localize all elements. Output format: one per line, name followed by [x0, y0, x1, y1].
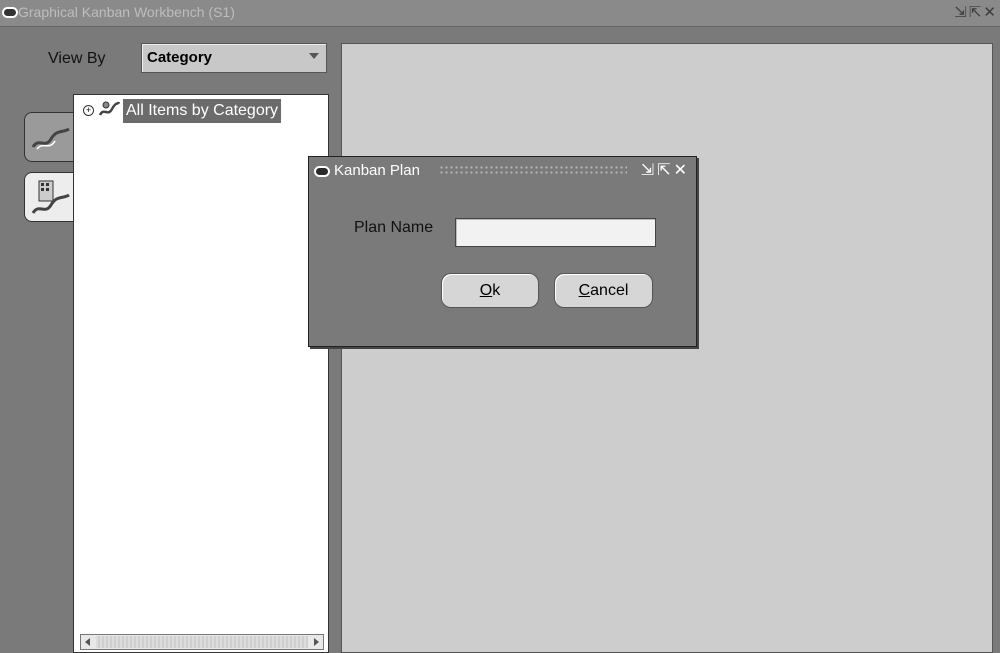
tab-items-plan[interactable] — [24, 172, 78, 222]
maximize-icon[interactable]: ⇱ — [657, 162, 673, 179]
dialog-title: Kanban Plan — [334, 162, 420, 179]
scroll-track[interactable] — [96, 636, 308, 648]
category-node-icon — [98, 101, 120, 116]
dialog-controls: ⇲⇱✕ — [641, 160, 690, 180]
cancel-button[interactable]: Cancel — [554, 273, 653, 308]
oracle-logo-icon — [314, 166, 330, 177]
ok-label-rest: k — [492, 282, 501, 299]
view-by-select[interactable]: Category — [141, 43, 327, 73]
window-title-bar: Graphical Kanban Workbench (S1) ⇲⇱✕ — [0, 0, 1000, 27]
window-controls: ⇲⇱✕ — [954, 3, 998, 21]
tree-horizontal-scrollbar[interactable] — [80, 634, 324, 650]
ok-mnemonic: O — [479, 282, 493, 299]
close-icon[interactable]: ✕ — [674, 162, 690, 179]
window-title: Graphical Kanban Workbench (S1) — [18, 4, 235, 20]
kanban-plan-dialog: Kanban Plan ⇲⇱✕ Plan Name Ok Cancel — [308, 156, 697, 347]
workbench-canvas[interactable] — [341, 43, 993, 653]
plan-name-input[interactable] — [455, 218, 656, 247]
chevron-down-icon[interactable] — [309, 53, 319, 59]
view-by-label: View By — [48, 50, 106, 67]
cancel-label-rest: ancel — [590, 282, 629, 299]
oracle-logo-icon — [2, 7, 18, 18]
items-plan-icon — [31, 180, 70, 214]
items-icon — [31, 127, 70, 150]
category-tree[interactable]: + All Items by Category — [73, 94, 329, 653]
close-icon[interactable]: ✕ — [983, 3, 998, 21]
view-by-value: Category — [147, 49, 213, 66]
cancel-mnemonic: C — [578, 282, 591, 299]
ok-button[interactable]: Ok — [441, 273, 539, 308]
tree-root-node[interactable]: All Items by Category — [123, 99, 282, 123]
minimize-icon[interactable]: ⇲ — [641, 162, 657, 179]
plan-name-label: Plan Name — [354, 219, 434, 236]
minimize-icon[interactable]: ⇲ — [954, 3, 969, 21]
maximize-icon[interactable]: ⇱ — [969, 3, 984, 21]
dialog-title-bar[interactable]: Kanban Plan ⇲⇱✕ — [309, 157, 696, 185]
scroll-right-icon[interactable] — [308, 636, 322, 648]
scroll-left-icon[interactable] — [82, 636, 96, 648]
title-bar-grip[interactable] — [439, 165, 627, 176]
expand-icon[interactable]: + — [83, 105, 94, 116]
tab-items[interactable] — [24, 112, 78, 162]
